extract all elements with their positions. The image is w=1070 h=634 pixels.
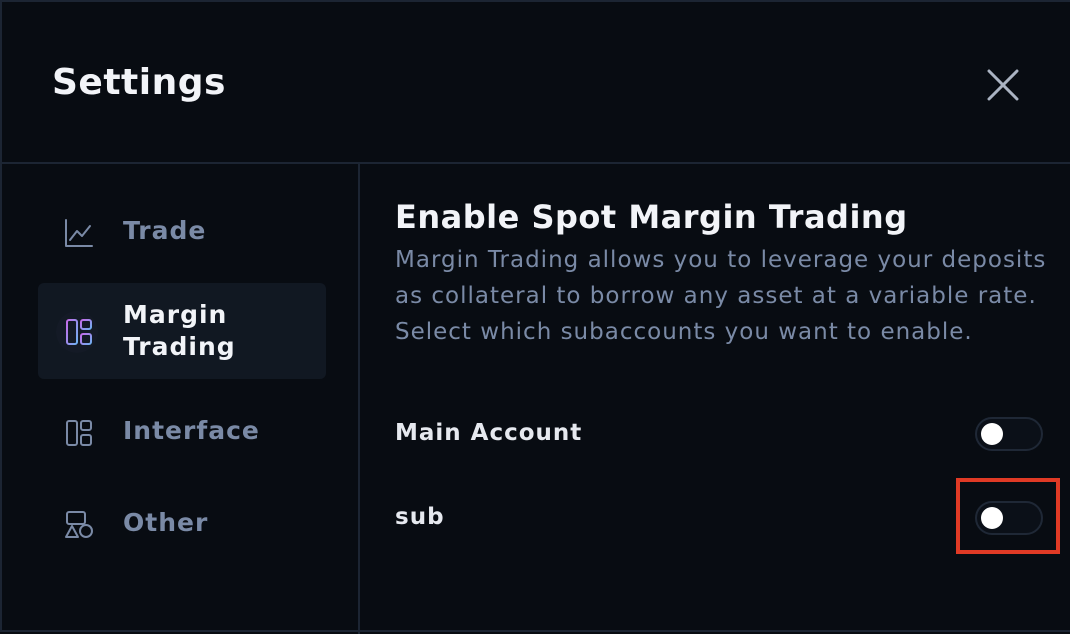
layout-icon xyxy=(66,420,92,446)
account-label-main: Main Account xyxy=(395,420,583,446)
main-account-toggle[interactable] xyxy=(975,417,1043,451)
account-label-sub: sub xyxy=(395,504,445,530)
dialog-header: Settings xyxy=(2,2,1070,164)
settings-content: Enable Spot Margin Trading Margin Tradin… xyxy=(362,164,1070,634)
section-title: Enable Spot Margin Trading xyxy=(395,198,908,236)
sidebar-item-trade[interactable]: Trade xyxy=(38,184,326,280)
settings-sidebar: Trade Margin Trading Interface Other xyxy=(2,164,360,634)
sidebar-item-label: Margin Trading xyxy=(123,300,236,361)
section-description: Margin Trading allows you to leverage yo… xyxy=(395,247,1047,345)
sidebar-item-label: Other xyxy=(123,508,209,537)
close-icon xyxy=(987,69,1019,101)
sidebar-item-interface[interactable]: Interface xyxy=(38,384,326,480)
sidebar-item-margin-trading[interactable]: Margin Trading xyxy=(38,283,326,379)
toggle-knob xyxy=(981,423,1003,445)
sidebar-item-label: Trade xyxy=(123,216,207,245)
shapes-icon xyxy=(65,511,93,538)
dialog-title: Settings xyxy=(52,62,226,103)
sidebar-item-label: Interface xyxy=(123,416,260,445)
chart-line-icon xyxy=(65,219,93,247)
highlight-box xyxy=(956,478,1060,554)
sidebar-item-other[interactable]: Other xyxy=(38,476,326,572)
close-button[interactable] xyxy=(984,66,1022,104)
layout-grid-icon xyxy=(66,319,92,345)
settings-dialog: Settings Trade Margin Trading Interface … xyxy=(0,0,1070,634)
